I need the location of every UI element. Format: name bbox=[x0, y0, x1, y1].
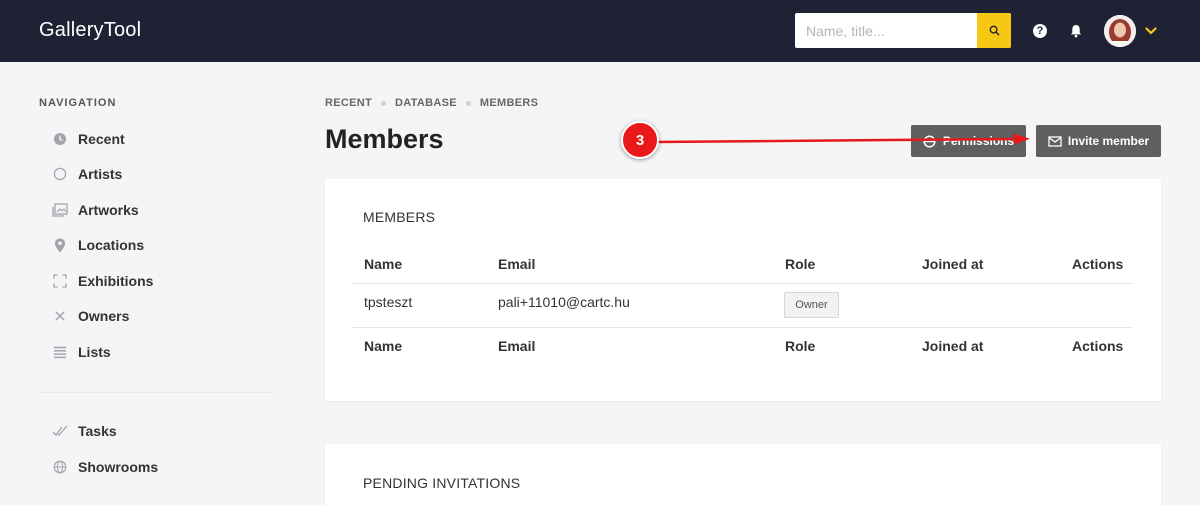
sidebar-item-recent[interactable]: Recent bbox=[52, 127, 125, 151]
app-logo[interactable]: GalleryTool bbox=[39, 19, 141, 42]
members-card-title: MEMBERS bbox=[363, 209, 436, 225]
search-icon bbox=[989, 25, 1000, 36]
clock-icon bbox=[52, 131, 68, 147]
breadcrumb: RECENT DATABASE MEMBERS bbox=[325, 97, 538, 109]
sidebar-item-label: Artworks bbox=[78, 202, 139, 218]
sidebar-item-artists[interactable]: Artists bbox=[52, 162, 122, 186]
breadcrumb-item-database[interactable]: DATABASE bbox=[395, 97, 457, 109]
sidebar-item-showrooms[interactable]: Showrooms bbox=[52, 455, 158, 479]
sidebar-item-tasks[interactable]: Tasks bbox=[52, 419, 117, 443]
sidebar-item-exhibitions[interactable]: Exhibitions bbox=[52, 269, 153, 293]
members-card: MEMBERS Name Email Role Joined at Action… bbox=[325, 179, 1161, 401]
annotation-arrow bbox=[655, 133, 1030, 145]
pending-invitations-title: PENDING INVITATIONS bbox=[363, 475, 521, 491]
footer-header-name: Name bbox=[364, 338, 403, 354]
footer-header-role: Role bbox=[785, 338, 816, 354]
page-title: Members bbox=[325, 124, 444, 154]
sidebar-item-label: Locations bbox=[78, 237, 145, 253]
frame-corners-icon bbox=[52, 273, 68, 289]
search-input[interactable] bbox=[795, 13, 977, 48]
image-icon bbox=[52, 202, 68, 218]
bell-icon[interactable] bbox=[1068, 23, 1084, 39]
sidebar-item-label: Owners bbox=[78, 308, 130, 324]
sidebar-item-label: Showrooms bbox=[78, 459, 159, 475]
table-divider bbox=[353, 327, 1132, 328]
member-email: pali+11010@cartc.hu bbox=[498, 294, 630, 310]
circle-icon bbox=[52, 166, 68, 182]
footer-header-joined-at: Joined at bbox=[922, 338, 984, 354]
sidebar-item-label: Artists bbox=[78, 166, 123, 182]
user-avatar[interactable] bbox=[1104, 15, 1136, 47]
column-header-role[interactable]: Role bbox=[785, 256, 815, 272]
sidebar-item-label: Tasks bbox=[78, 423, 117, 439]
sidebar-item-artworks[interactable]: Artworks bbox=[52, 198, 139, 222]
invite-member-label: Invite member bbox=[1067, 134, 1150, 148]
cross-icon bbox=[52, 308, 68, 324]
invite-member-button[interactable]: Invite member bbox=[1036, 125, 1161, 157]
breadcrumb-separator bbox=[381, 100, 387, 106]
member-name: tpsteszt bbox=[364, 294, 413, 310]
sidebar-item-label: Lists bbox=[78, 344, 111, 360]
role-badge: Owner bbox=[784, 292, 839, 318]
column-header-email[interactable]: Email bbox=[498, 256, 535, 272]
annotation-step-badge: 3 bbox=[621, 121, 659, 159]
table-divider bbox=[353, 283, 1132, 284]
sidebar-item-locations[interactable]: Locations bbox=[52, 233, 144, 257]
chevron-down-icon[interactable] bbox=[1145, 27, 1157, 35]
column-header-name[interactable]: Name bbox=[364, 256, 402, 272]
sidebar-item-label: Recent bbox=[78, 131, 125, 147]
location-pin-icon bbox=[52, 237, 68, 253]
breadcrumb-separator bbox=[465, 100, 471, 106]
footer-header-actions: Actions bbox=[1072, 338, 1124, 354]
globe-icon bbox=[52, 459, 68, 475]
sidebar-item-owners[interactable]: Owners bbox=[52, 304, 129, 328]
column-header-joined-at[interactable]: Joined at bbox=[922, 256, 983, 272]
list-icon bbox=[52, 344, 68, 360]
footer-header-email: Email bbox=[498, 338, 536, 354]
sidebar-title: NAVIGATION bbox=[39, 97, 117, 109]
sidebar-item-label: Exhibitions bbox=[78, 273, 154, 289]
pending-invitations-card: PENDING INVITATIONS bbox=[325, 444, 1161, 505]
envelope-icon bbox=[1048, 134, 1062, 148]
breadcrumb-item-recent[interactable]: RECENT bbox=[325, 97, 372, 109]
column-header-actions: Actions bbox=[1072, 256, 1124, 272]
sidebar-item-lists[interactable]: Lists bbox=[52, 340, 111, 364]
sidebar-divider bbox=[39, 392, 272, 393]
search-button[interactable] bbox=[977, 13, 1011, 48]
search-box bbox=[795, 13, 1011, 48]
breadcrumb-item-members: MEMBERS bbox=[479, 97, 539, 109]
top-bar: GalleryTool ? bbox=[0, 0, 1200, 62]
help-icon[interactable]: ? bbox=[1033, 24, 1047, 38]
double-check-icon bbox=[52, 423, 68, 439]
